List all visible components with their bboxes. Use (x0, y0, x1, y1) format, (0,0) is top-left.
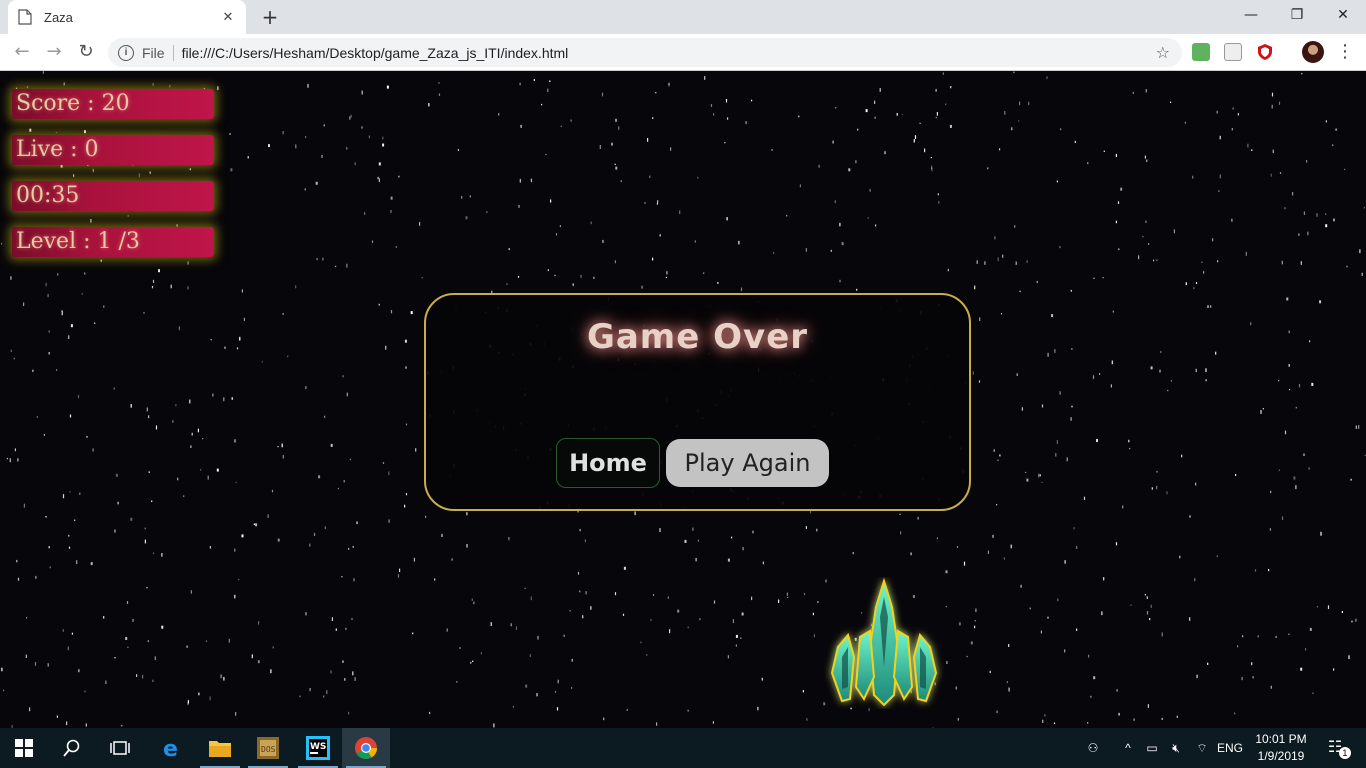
reload-icon[interactable]: ↻ (74, 40, 98, 64)
player-spaceship (830, 577, 938, 707)
webstorm-app[interactable]: WS (294, 728, 342, 768)
action-center-icon[interactable]: ☷ 1 (1320, 728, 1351, 768)
browser-tab[interactable]: Zaza ✕ (8, 0, 246, 34)
toolbar: ← → ↻ i File file:///C:/Users/Hesham/Des… (0, 34, 1366, 71)
new-tab-button[interactable]: + (258, 5, 282, 29)
extension-icon[interactable] (1224, 43, 1242, 61)
lives-panel: Live : 0 (12, 135, 214, 165)
bookmark-star-icon[interactable]: ☆ (1156, 43, 1170, 62)
file-explorer-app[interactable] (196, 728, 244, 768)
tab-title: Zaza (44, 9, 73, 25)
svg-text:DOS: DOS (261, 745, 276, 754)
close-window-button[interactable]: ✕ (1320, 0, 1366, 30)
taskbar: e DOS WS ⚇ ^ ▭ 🔇︎ ⌔ ENG 10:01 PM 1/9/201… (0, 728, 1366, 768)
clock-date: 1/9/2019 (1257, 749, 1305, 763)
level-text: Level : 1 /3 (16, 229, 140, 254)
clock-time: 10:01 PM (1255, 732, 1307, 746)
tab-strip: Zaza ✕ + — ❐ ✕ (0, 0, 1366, 34)
level-panel: Level : 1 /3 (12, 227, 214, 257)
minimize-button[interactable]: — (1228, 0, 1274, 30)
dosbox-icon: DOS (257, 737, 279, 759)
forward-icon[interactable]: → (42, 40, 66, 64)
page-icon (18, 9, 32, 25)
svg-text:WS: WS (310, 742, 326, 752)
search-icon (63, 739, 80, 757)
edge-icon: e (163, 737, 178, 759)
windows-icon (15, 739, 33, 757)
wifi-icon[interactable]: ⌔ (1192, 728, 1212, 768)
battery-icon[interactable]: ▭ (1142, 728, 1162, 768)
edge-app[interactable]: e (148, 728, 196, 768)
shield-extension-icon[interactable] (1256, 43, 1274, 61)
volume-muted-icon[interactable]: 🔇︎ (1166, 728, 1186, 768)
lives-text: Live : 0 (16, 137, 99, 162)
game-over-dialog: Game Over Home Play Again (424, 293, 971, 511)
game-area: Score : 20 Live : 0 00:35 Level : 1 /3 G… (0, 71, 1366, 728)
score-panel: Score : 20 (12, 89, 214, 119)
tab-close-icon[interactable]: ✕ (220, 10, 236, 25)
notification-count: 1 (1338, 747, 1351, 759)
browser-menu-icon[interactable]: ⋮ (1336, 40, 1354, 64)
search-button[interactable] (48, 728, 96, 768)
chrome-app[interactable] (342, 728, 390, 768)
language-indicator[interactable]: ENG (1214, 728, 1246, 768)
chrome-icon (355, 737, 377, 759)
task-view-icon (110, 741, 130, 755)
svg-text:e: e (163, 737, 178, 759)
extension-icon[interactable] (1192, 43, 1210, 61)
timer-text: 00:35 (16, 183, 80, 208)
score-text: Score : 20 (16, 91, 130, 116)
dosbox-app[interactable]: DOS (244, 728, 292, 768)
system-clock[interactable]: 10:01 PM 1/9/2019 (1250, 731, 1312, 765)
address-bar[interactable]: i File file:///C:/Users/Hesham/Desktop/g… (108, 38, 1182, 67)
scheme-label: File (142, 44, 174, 61)
back-icon[interactable]: ← (10, 40, 34, 64)
profile-avatar[interactable] (1302, 41, 1324, 63)
show-hidden-icons[interactable]: ^ (1120, 728, 1136, 768)
task-view-button[interactable] (96, 728, 144, 768)
timer-panel: 00:35 (12, 181, 214, 211)
url-text[interactable]: file:///C:/Users/Hesham/Desktop/game_Zaz… (182, 45, 1156, 61)
play-again-button[interactable]: Play Again (666, 439, 829, 487)
site-info-icon[interactable]: i (118, 44, 134, 61)
home-button[interactable]: Home (556, 438, 660, 488)
game-over-title: Game Over (586, 317, 809, 357)
webstorm-icon: WS (306, 736, 330, 760)
restore-button[interactable]: ❐ (1274, 0, 1320, 30)
start-button[interactable] (0, 728, 48, 768)
folder-icon (209, 741, 231, 757)
people-icon[interactable]: ⚇ (1082, 728, 1104, 768)
